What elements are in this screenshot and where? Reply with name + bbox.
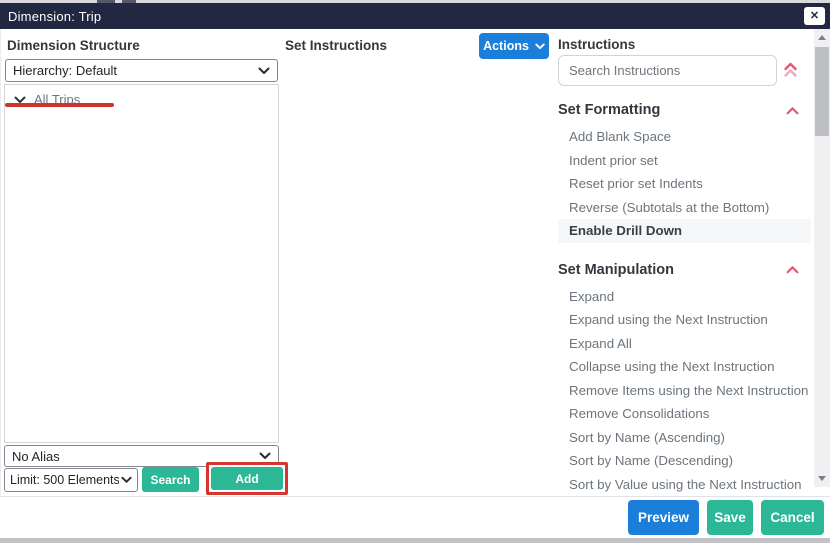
triangle-down-icon [818, 476, 826, 481]
instruction-item[interactable]: Sort by Value using the Next Instruction [558, 473, 811, 497]
chevron-down-icon [121, 476, 132, 483]
section-title: Set Manipulation [558, 261, 674, 278]
scrollbar-thumb[interactable] [815, 47, 829, 136]
dimension-structure-heading: Dimension Structure [7, 38, 140, 53]
instructions-list: Set Formatting Add Blank Space Indent prio… [558, 95, 811, 496]
hierarchy-select-value: Hierarchy: Default [13, 63, 118, 78]
collapse-all-icon[interactable] [782, 61, 799, 79]
actions-button[interactable]: Actions [479, 33, 549, 59]
instruction-item[interactable]: Reset prior set Indents [558, 172, 811, 196]
chevron-down-icon [258, 67, 270, 74]
modal-header: Dimension: Trip ✕ [0, 3, 830, 29]
screen: Dimension: Trip ✕ Dimension Structure Hi… [0, 0, 830, 543]
dimension-modal: Dimension: Trip ✕ Dimension Structure Hi… [0, 3, 830, 538]
set-instructions-heading: Set Instructions [285, 38, 388, 53]
close-icon: ✕ [809, 9, 820, 22]
instruction-item[interactable]: Expand using the Next Instruction [558, 308, 811, 332]
limit-select[interactable]: Limit: 500 Elements [4, 468, 138, 492]
modal-title: Dimension: Trip [8, 8, 102, 24]
modal-body: Dimension Structure Hierarchy: Default A… [0, 29, 830, 496]
instruction-item[interactable]: Enable Drill Down [558, 219, 811, 243]
collapse-section-icon[interactable] [786, 265, 799, 274]
scrollbar-down-button[interactable] [814, 470, 830, 487]
instruction-item[interactable]: Expand All [558, 332, 811, 356]
instructions-heading: Instructions [558, 37, 636, 52]
page-background-bottom [0, 538, 830, 543]
dimension-tree: All Trips [4, 84, 279, 443]
modal-footer: Preview Save Cancel [0, 496, 830, 538]
chevron-down-icon [535, 43, 545, 49]
add-button[interactable]: Add [211, 467, 283, 490]
instruction-item[interactable]: Add Blank Space [558, 125, 811, 149]
limit-select-value: Limit: 500 Elements [10, 473, 119, 487]
instruction-item[interactable]: Remove Consolidations [558, 402, 811, 426]
instruction-item[interactable]: Reverse (Subtotals at the Bottom) [558, 196, 811, 220]
hierarchy-select[interactable]: Hierarchy: Default [5, 59, 278, 82]
preview-button[interactable]: Preview [628, 500, 699, 535]
instruction-item[interactable]: Remove Items using the Next Instruction [558, 379, 811, 403]
instruction-item[interactable]: Collapse using the Next Instruction [558, 355, 811, 379]
scrollbar[interactable] [814, 29, 830, 487]
scrollbar-up-button[interactable] [814, 29, 830, 46]
annotation-box: Add [206, 462, 288, 495]
triangle-up-icon [818, 35, 826, 40]
instruction-item[interactable]: Expand [558, 285, 811, 309]
instruction-item[interactable]: Sort by Name (Descending) [558, 449, 811, 473]
section-header[interactable]: Set Manipulation [558, 255, 811, 285]
section-header[interactable]: Set Formatting [558, 95, 811, 125]
cancel-button[interactable]: Cancel [761, 500, 824, 535]
close-button[interactable]: ✕ [804, 7, 825, 25]
actions-button-label: Actions [483, 39, 529, 53]
save-button[interactable]: Save [707, 500, 753, 535]
instruction-item[interactable]: Sort by Name (Ascending) [558, 426, 811, 450]
section-title: Set Formatting [558, 102, 661, 118]
chevron-down-icon [259, 452, 271, 459]
annotation-underline [5, 103, 114, 107]
collapse-section-icon[interactable] [786, 106, 799, 115]
instruction-item[interactable]: Indent prior set [558, 149, 811, 173]
search-button[interactable]: Search [142, 467, 199, 492]
search-instructions-input[interactable] [558, 55, 777, 86]
